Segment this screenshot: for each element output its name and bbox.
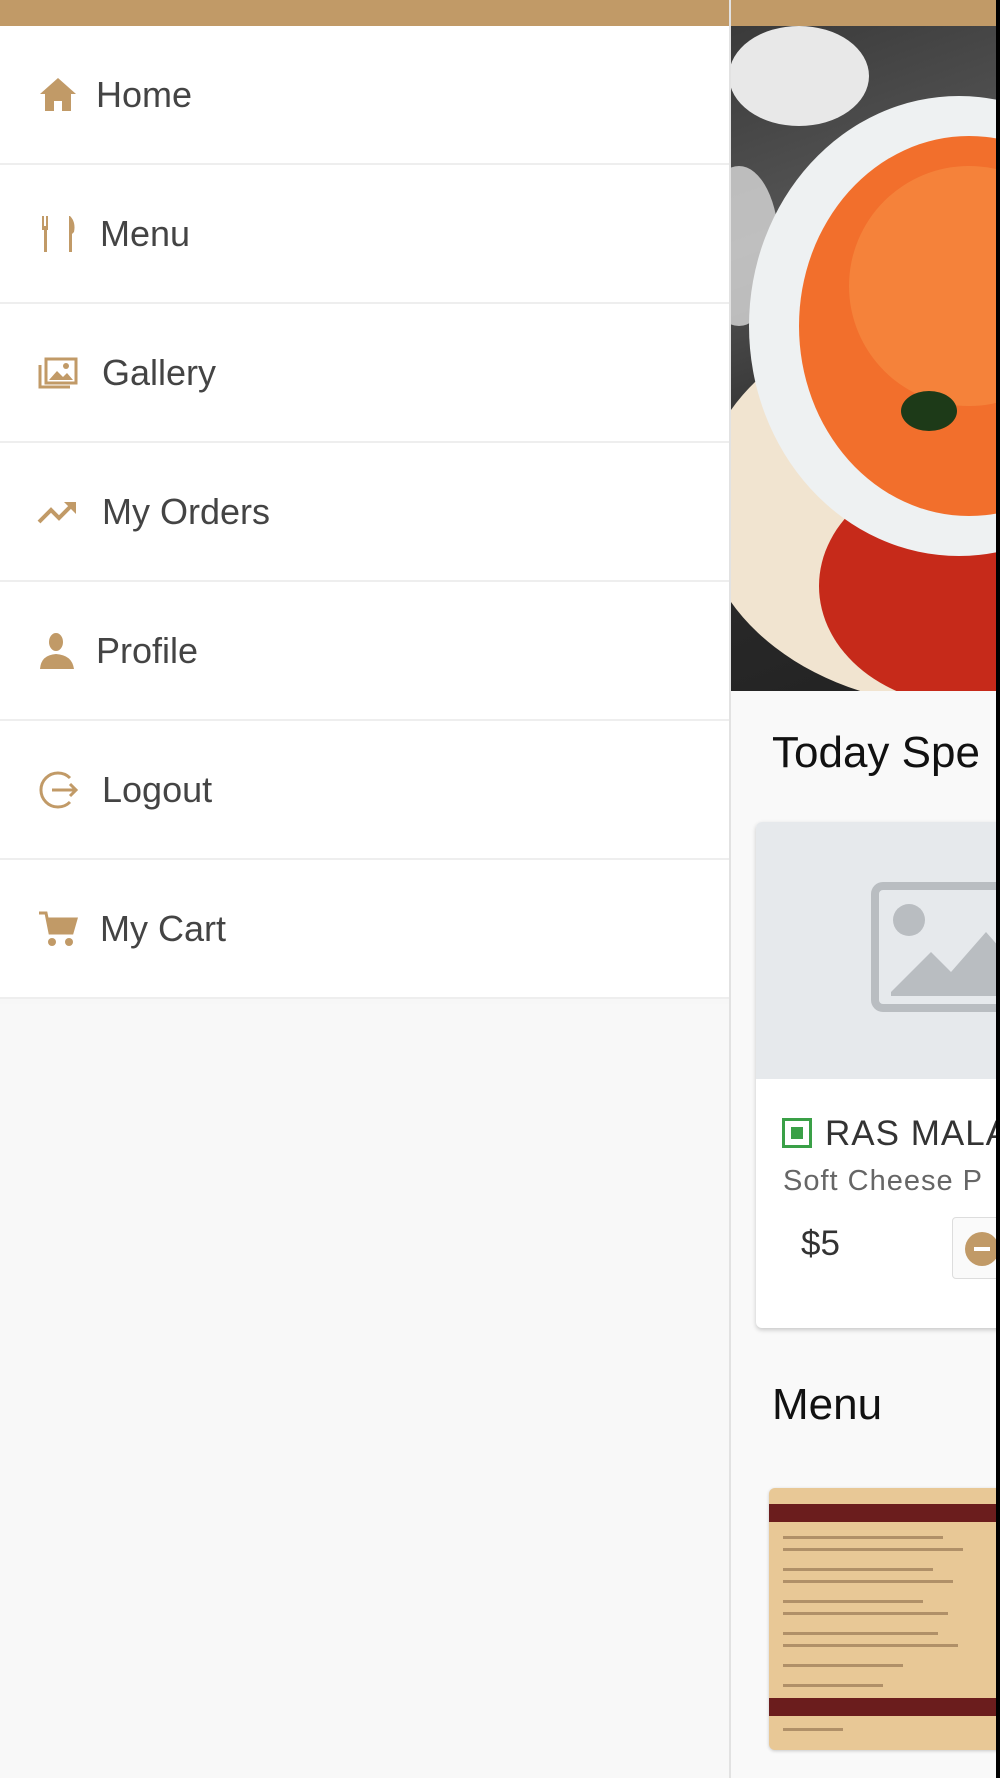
gallery-icon — [36, 351, 80, 395]
image-placeholder-icon — [871, 882, 996, 1012]
navigation-drawer: Home Menu Gallery My Orders Profile Logo… — [0, 0, 729, 1778]
drawer-item-label: My Cart — [100, 907, 226, 949]
quantity-stepper[interactable] — [952, 1217, 996, 1279]
drawer-item-my-orders[interactable]: My Orders — [0, 443, 729, 582]
home-icon — [36, 73, 80, 117]
drawer-divider — [729, 0, 731, 1778]
drawer-status-bar — [0, 0, 729, 26]
drawer-item-home[interactable]: Home — [0, 26, 729, 165]
special-item-card[interactable]: RAS MALA Soft Cheese P $5 — [756, 822, 996, 1328]
minus-icon[interactable] — [965, 1232, 996, 1266]
drawer-item-menu[interactable]: Menu — [0, 165, 729, 304]
cart-icon — [36, 907, 80, 951]
veg-indicator-icon — [782, 1118, 812, 1148]
image-placeholder — [756, 822, 996, 1079]
drawer-item-label: Logout — [102, 768, 213, 810]
logout-icon — [36, 768, 80, 812]
drawer-menu-list: Home Menu Gallery My Orders Profile Logo… — [0, 26, 729, 999]
drawer-item-label: Menu — [100, 212, 191, 254]
drawer-item-profile[interactable]: Profile — [0, 582, 729, 721]
app-bar — [729, 0, 996, 26]
drawer-item-label: Home — [96, 73, 193, 115]
drawer-empty-area — [0, 1004, 729, 1778]
drawer-item-logout[interactable]: Logout — [0, 721, 729, 860]
drawer-item-my-cart[interactable]: My Cart — [0, 860, 729, 999]
drawer-item-label: My Orders — [102, 490, 271, 532]
item-name: RAS MALA — [825, 1114, 996, 1153]
item-price: $5 — [801, 1224, 840, 1263]
trending-up-icon — [36, 490, 80, 534]
drawer-item-gallery[interactable]: Gallery — [0, 304, 729, 443]
hero-banner-image — [729, 26, 996, 691]
drawer-item-label: Gallery — [102, 351, 217, 393]
menu-card-image[interactable] — [769, 1488, 996, 1750]
main-screen: Today Spe RAS MALA Soft Cheese P $5 Menu — [729, 0, 996, 1778]
screen-edge — [996, 0, 1000, 1778]
item-description: Soft Cheese P — [783, 1165, 983, 1197]
menu-section-title: Menu — [772, 1380, 883, 1429]
today-specials-title: Today Spe — [772, 728, 980, 777]
drawer-item-label: Profile — [96, 629, 199, 671]
person-icon — [36, 629, 80, 673]
cutlery-icon — [36, 212, 80, 256]
